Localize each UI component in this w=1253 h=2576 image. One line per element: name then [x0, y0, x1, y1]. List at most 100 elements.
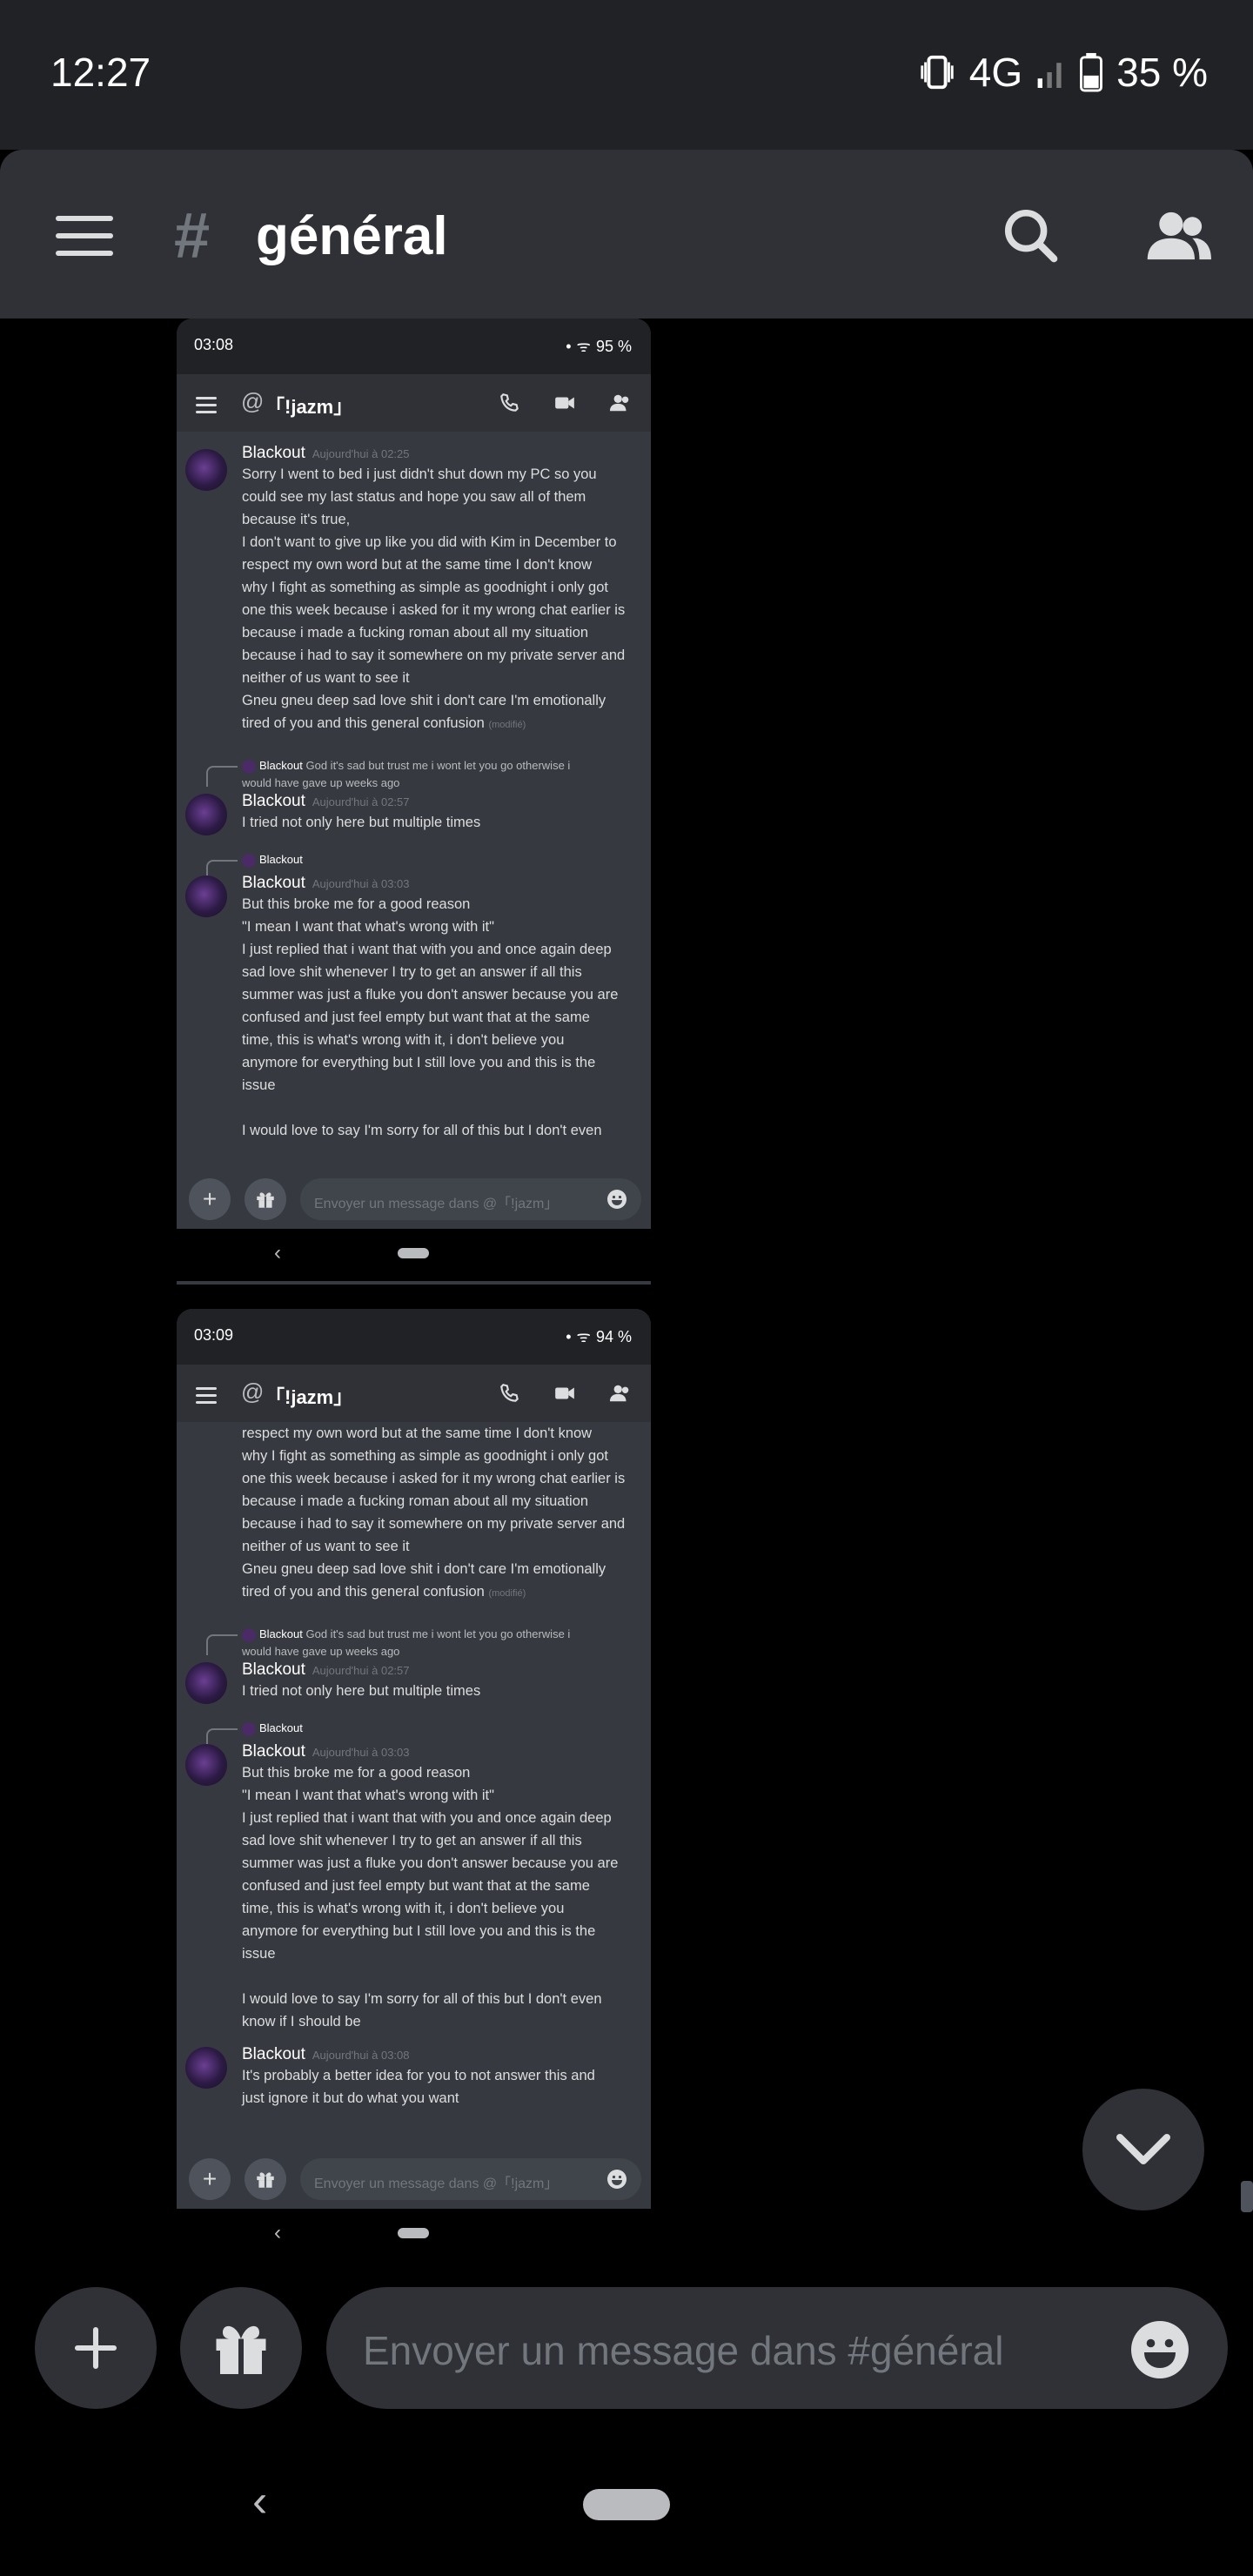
message-line: time, this is what's wrong with it, i do… [242, 1901, 565, 1916]
message-line: neither of us want to see it [242, 670, 410, 686]
avatar [185, 449, 227, 491]
reply-preview[interactable]: Blackout God it's sad but trust me i won… [177, 757, 651, 792]
edited-label: (modifié) [488, 1588, 526, 1599]
avatar [185, 1662, 227, 1704]
embedded-screenshot-1[interactable]: 03:08 • ᯤ 95 % @ 「!jazm」 Blackout Aujourd'h… [177, 319, 651, 1285]
embedded-composer: + Envoyer un message dans @「!jazm」 [177, 1171, 651, 1229]
status-icons: 4G 35 % [917, 49, 1208, 96]
scrollbar-thumb[interactable] [1241, 2181, 1253, 2212]
message-line: why I fight as something as simple as go… [242, 1448, 608, 1464]
at-icon: @ [241, 388, 265, 414]
message-line: one this week because i asked for it my … [242, 1471, 626, 1486]
message-author: Blackout [242, 444, 305, 462]
emoji-icon[interactable] [1129, 2318, 1191, 2381]
avatar [185, 1744, 227, 1786]
message-line: I don't want to give up like you did wit… [242, 534, 617, 550]
reply-avatar [242, 853, 256, 868]
message-line: anymore for everything but I still love … [242, 1055, 596, 1070]
search-icon[interactable] [1001, 205, 1062, 266]
plus-icon [74, 2326, 117, 2370]
message-line: tired of you and this general confusion [242, 1584, 485, 1600]
message-line: I would love to say I'm sorry for all of… [242, 1123, 602, 1138]
message-line: I tried not only here but multiple times [242, 815, 481, 830]
add-attachment-button[interactable] [35, 2287, 157, 2409]
message-line: because i made a fucking roman about all… [242, 625, 589, 641]
edited-label: (modifié) [488, 720, 526, 730]
call-icon [500, 393, 519, 412]
chevron-down-icon [1116, 2134, 1170, 2164]
message-timestamp: Aujourd'hui à 02:25 [312, 447, 410, 460]
message-author: Blackout [242, 2045, 305, 2063]
message-line: I just replied that i want that with you… [242, 1810, 612, 1826]
embedded-time: 03:09 [194, 1326, 234, 1344]
message-list: Blackout Aujourd'hui à 02:25 Sorry I went… [177, 432, 651, 1184]
message-timestamp: Aujourd'hui à 03:03 [312, 877, 410, 890]
message-list: respect my own word but at the same time… [177, 1422, 651, 2151]
members-icon[interactable] [1145, 205, 1211, 266]
gift-icon [245, 1178, 286, 1220]
message-author: Blackout [242, 874, 305, 892]
message: Blackout Aujourd'hui à 02:25 Sorry I went… [177, 444, 651, 736]
message-line: Gneu gneu deep sad love shit i don't car… [242, 1561, 606, 1577]
message-line: I would love to say I'm sorry for all of… [242, 1991, 602, 2007]
gift-icon [245, 2158, 286, 2200]
battery-level: 94 % [595, 1327, 632, 1345]
embedded-status-bar: 03:09 • ᯤ 94 % [177, 1309, 651, 1365]
jump-to-bottom-button[interactable] [1082, 2089, 1204, 2210]
wifi-icon: ᯤ [576, 1328, 591, 1345]
message-line: sad love shit whenever I try to get an a… [242, 964, 582, 980]
home-pill-icon [398, 2228, 429, 2238]
message: Blackout Aujourd'hui à 03:03 But this bro… [177, 1742, 651, 2033]
message-timestamp: Aujourd'hui à 03:08 [312, 2049, 410, 2062]
message-input[interactable]: Envoyer un message dans #général [326, 2287, 1228, 2409]
message-author: Blackout [242, 792, 305, 810]
channel-title: général [256, 206, 448, 266]
reply-preview[interactable]: Blackout [177, 1720, 651, 1749]
message-line: Sorry I went to bed i just didn't shut d… [242, 466, 597, 482]
reply-text: would have gave up weeks ago [242, 1645, 400, 1658]
message-line: because i had to say it somewhere on my … [242, 1516, 626, 1532]
message-line: why I fight as something as simple as go… [242, 580, 608, 595]
message-line: respect my own word but at the same time… [242, 1426, 593, 1441]
message-line [242, 1965, 642, 1988]
reply-avatar [242, 759, 256, 774]
reply-author: Blackout [259, 853, 303, 866]
message-input-placeholder: Envoyer un message dans #général [363, 2328, 1004, 2373]
message-line: Gneu gneu deep sad love shit i don't car… [242, 693, 606, 708]
message-line: issue [242, 1077, 276, 1093]
home-pill-icon[interactable] [583, 2489, 670, 2520]
wifi-icon: ᯤ [576, 338, 591, 355]
dm-header: @ 「!jazm」 [177, 374, 651, 432]
message-timestamp: Aujourd'hui à 03:03 [312, 1746, 410, 1759]
message-line: neither of us want to see it [242, 1539, 410, 1554]
at-icon: @ [241, 1379, 265, 1405]
back-icon[interactable]: ‹ [252, 2475, 267, 2527]
message-author: Blackout [242, 1742, 305, 1761]
message-line [242, 1097, 642, 1119]
message: Blackout Aujourd'hui à 02:57 I tried not … [177, 1660, 651, 1704]
reply-preview[interactable]: Blackout God it's sad but trust me i won… [177, 1626, 651, 1660]
message-line: because i had to say it somewhere on my … [242, 647, 626, 663]
reply-author: Blackout [259, 1627, 303, 1640]
battery-icon [1080, 52, 1103, 92]
message-continuation: respect my own word but at the same time… [177, 1422, 651, 1605]
reply-text: God it's sad but trust me i wont let you… [305, 1627, 571, 1640]
battery-level: 35 % [1116, 50, 1208, 95]
embedded-screenshot-2[interactable]: 03:09 • ᯤ 94 % @ 「!jazm」 respect my own wo… [177, 1309, 651, 2257]
gift-button[interactable] [180, 2287, 302, 2409]
message-line: issue [242, 1946, 276, 1962]
menu-icon[interactable] [56, 216, 113, 256]
message-line: know if I should be [242, 2014, 361, 2029]
embedded-composer: + Envoyer un message dans @「!jazm」 [177, 2151, 651, 2209]
message-line: But this broke me for a good reason [242, 1765, 471, 1781]
message-timestamp: Aujourd'hui à 02:57 [312, 795, 410, 808]
menu-icon [196, 397, 217, 418]
message-line: because i made a fucking roman about all… [242, 1493, 589, 1509]
reply-preview[interactable]: Blackout [177, 851, 651, 881]
embedded-message-input: Envoyer un message dans @「!jazm」 [300, 2158, 641, 2200]
message-line: I tried not only here but multiple times [242, 1683, 481, 1699]
call-icon [500, 1384, 519, 1402]
message-line: "I mean I want that what's wrong with it… [242, 919, 494, 935]
input-placeholder: Envoyer un message dans @「!jazm」 [314, 2177, 559, 2191]
battery-level: 95 % [595, 337, 632, 355]
